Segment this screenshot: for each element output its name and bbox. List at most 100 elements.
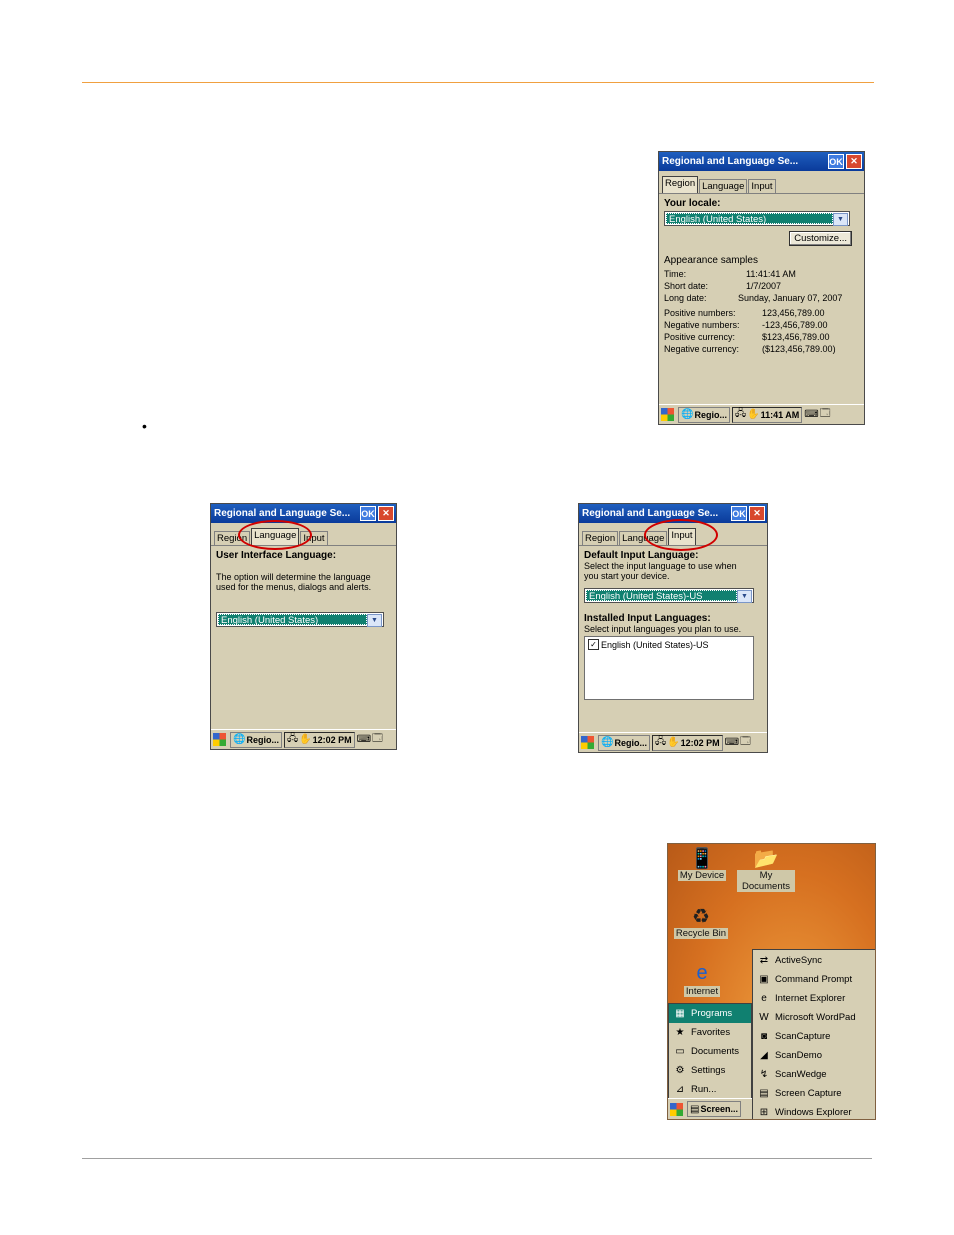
chevron-down-icon[interactable]: ▼ (833, 213, 848, 226)
samples-label: Appearance samples (664, 255, 758, 266)
globe-icon: 🌐 (601, 737, 614, 748)
program-screen-capture[interactable]: ▤ Screen Capture (753, 1084, 875, 1103)
ui-language-select[interactable]: English (United States) ▼ (216, 612, 384, 627)
chevron-down-icon[interactable]: ▼ (737, 590, 752, 603)
default-input-label: Default Input Language: (584, 550, 699, 561)
windows-flag-icon (581, 736, 594, 749)
ok-button[interactable]: OK (360, 506, 376, 521)
checkbox[interactable]: ✓ (588, 639, 599, 650)
my-device-icon[interactable]: 📱 My Device (674, 846, 730, 881)
my-documents-icon[interactable]: 📂 My Documents (736, 846, 796, 892)
globe-icon: 🌐 (233, 734, 246, 745)
clock: 12:02 PM (680, 737, 720, 748)
default-input-select[interactable]: English (United States)-US ▼ (584, 588, 754, 603)
wordpad-icon: W (759, 1012, 769, 1023)
tab-language[interactable]: Language (699, 179, 748, 193)
bullet-point: • (142, 418, 147, 434)
taskbar: 🌐 Regio... 🖧 ✋ 12:02 PM ⌨ 🗔 (211, 729, 396, 749)
windows-icon[interactable]: 🗔 (740, 734, 751, 751)
task-button[interactable]: 🌐 Regio... (230, 731, 282, 748)
tab-region[interactable]: Region (662, 176, 699, 193)
recycle-bin-icon[interactable]: ♻ Recycle Bin (670, 904, 732, 939)
clock: 12:02 PM (312, 734, 352, 745)
keyboard-icon[interactable]: ⌨ (725, 737, 739, 748)
system-tray: 🖧 ✋ 11:41 AM (731, 406, 803, 423)
task-button[interactable]: ▤ Screen... (687, 1101, 741, 1117)
program-command-prompt[interactable]: ▣ Command Prompt (753, 970, 875, 989)
window-title: Regional and Language Se... (582, 508, 719, 519)
keyboard-icon[interactable]: ⌨ (357, 734, 371, 745)
window-title: Regional and Language Se... (214, 508, 351, 519)
folder-icon: 📂 (753, 848, 779, 870)
start-button[interactable] (659, 407, 676, 423)
start-menu: ▦ Programs ★ Favorites ▭ Documents ⚙ Setting… (668, 1003, 752, 1101)
taskbar: 🌐 Regio... 🖧 ✋ 12:02 PM ⌨ 🗔 (579, 732, 767, 752)
task-button[interactable]: 🌐 Regio... (598, 734, 650, 751)
close-button[interactable]: ✕ (749, 506, 765, 521)
program-windows-explorer[interactable]: ⊞ Windows Explorer (753, 1103, 875, 1119)
tab-input[interactable]: Input (748, 179, 776, 193)
sample-row: Short date: 1/7/2007 (664, 281, 782, 291)
start-menu-favorites[interactable]: ★ Favorites (669, 1023, 751, 1042)
number-row: Positive currency: $123,456,789.00 (664, 332, 830, 342)
keyboard-icon[interactable]: ⌨ (804, 409, 818, 420)
windows-icon[interactable]: 🗔 (372, 731, 383, 748)
ok-button[interactable]: OK (731, 506, 747, 521)
task-button[interactable]: 🌐 Regio... (678, 406, 730, 423)
program-scancapture[interactable]: ◙ ScanCapture (753, 1027, 875, 1046)
close-button[interactable]: ✕ (378, 506, 394, 521)
terminal-icon: ▣ (759, 974, 769, 985)
window-title: Regional and Language Se... (662, 156, 799, 167)
star-icon: ★ (675, 1027, 685, 1038)
program-internet-explorer[interactable]: e Internet Explorer (753, 989, 875, 1008)
folder-icon: ▭ (675, 1046, 685, 1057)
installed-input-description: Select input languages you plan to use. (584, 624, 742, 634)
screen-capture-icon: ▤ (690, 1103, 700, 1115)
scanner-icon: ◢ (760, 1050, 768, 1061)
installed-language-name: English (United States)-US (601, 639, 709, 650)
title-bar: Regional and Language Se... OK ✕ (211, 504, 396, 523)
number-row: Negative numbers: -123,456,789.00 (664, 320, 828, 330)
top-rule (82, 82, 874, 83)
installed-input-label: Installed Input Languages: (584, 613, 711, 624)
program-wordpad[interactable]: W Microsoft WordPad (753, 1008, 875, 1027)
default-input-description: Select the input language to use when yo… (584, 561, 737, 581)
locale-select[interactable]: English (United States) ▼ (664, 211, 850, 226)
chevron-down-icon[interactable]: ▼ (367, 614, 382, 627)
ok-button[interactable]: OK (828, 154, 844, 169)
device-icon: 📱 (689, 848, 715, 870)
number-row: Negative currency: ($123,456,789.00) (664, 344, 836, 354)
start-menu-documents[interactable]: ▭ Documents (669, 1042, 751, 1061)
ie-icon: e (696, 962, 708, 984)
customize-button[interactable]: Customize... (789, 231, 852, 246)
start-button[interactable] (579, 735, 596, 751)
settings-icon: ⚙ (675, 1065, 685, 1076)
program-activesync[interactable]: ⇄ ActiveSync (753, 951, 875, 970)
system-tray: 🖧 ✋ 12:02 PM (651, 734, 723, 751)
start-menu-settings[interactable]: ⚙ Settings (669, 1061, 751, 1080)
screen-capture-icon: ▤ (759, 1088, 769, 1099)
input-content: Default Input Language: Select the input… (579, 546, 767, 704)
tab-region[interactable]: Region (582, 531, 619, 545)
close-button[interactable]: ✕ (846, 154, 862, 169)
list-item: ✓ English (United States)-US (588, 639, 750, 650)
hand-icon: ✋ (747, 409, 760, 420)
network-icon: 🖧 (734, 408, 747, 419)
start-button[interactable] (211, 732, 228, 748)
taskbar: 🌐 Regio... 🖧 ✋ 11:41 AM ⌨ 🗔 (659, 404, 864, 424)
start-menu-run[interactable]: ⊿ Run... (669, 1080, 751, 1099)
region-content: Your locale: English (United States) ▼ C… (659, 194, 864, 359)
windows-flag-icon (661, 408, 674, 421)
start-button[interactable] (668, 1101, 685, 1117)
start-menu-programs[interactable]: ▦ Programs (669, 1004, 751, 1023)
title-bar: Regional and Language Se... OK ✕ (659, 152, 864, 171)
locale-value: English (United States) (666, 213, 833, 224)
program-scanwedge[interactable]: ↯ ScanWedge (753, 1065, 875, 1084)
bottom-rule (82, 1158, 872, 1159)
program-scandemo[interactable]: ◢ ScanDemo (753, 1046, 875, 1065)
clock: 11:41 AM (760, 409, 800, 420)
ui-language-value: English (United States) (218, 614, 367, 625)
sample-row: Long date: Sunday, January 07, 2007 (664, 293, 843, 303)
internet-icon[interactable]: e Internet (674, 962, 730, 997)
windows-icon[interactable]: 🗔 (820, 406, 831, 423)
